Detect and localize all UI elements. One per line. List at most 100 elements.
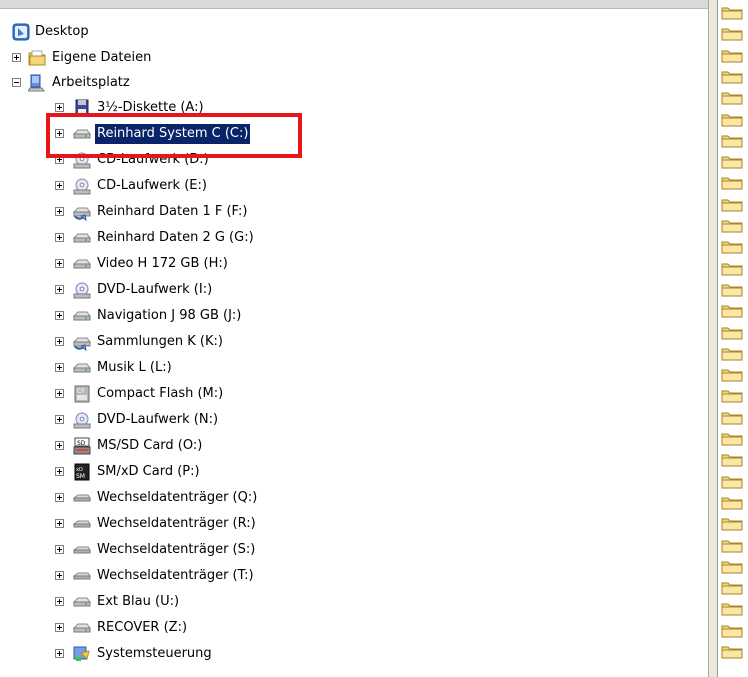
- tree-item-label: Wechseldatenträger (Q:): [97, 490, 258, 505]
- expand-button[interactable]: [55, 363, 64, 372]
- sm-card-icon: xDSM: [74, 463, 90, 481]
- expand-button[interactable]: [55, 207, 64, 216]
- top-border: [0, 0, 710, 9]
- tree-item-label: Eigene Dateien: [52, 50, 152, 65]
- folder-icon[interactable]: [721, 389, 743, 403]
- collapse-button[interactable]: [12, 78, 21, 87]
- folder-icon[interactable]: [721, 240, 743, 254]
- folder-icon[interactable]: [721, 432, 743, 446]
- desktop-icon: [12, 23, 30, 41]
- expand-button[interactable]: [55, 467, 64, 476]
- hard-drive-icon: [73, 363, 91, 373]
- tree-item-label: DVD-Laufwerk (I:): [97, 282, 213, 297]
- shared-drive-icon: [73, 337, 91, 351]
- tree-item-label: CD-Laufwerk (E:): [97, 178, 207, 193]
- expand-button[interactable]: [55, 545, 64, 554]
- expand-button[interactable]: [55, 649, 64, 658]
- folder-icon[interactable]: [721, 70, 743, 84]
- hard-drive-icon: [73, 623, 91, 633]
- folder-icon[interactable]: [721, 326, 743, 340]
- folder-icon[interactable]: [721, 198, 743, 212]
- folder-icon[interactable]: [721, 453, 743, 467]
- folder-icon[interactable]: [721, 602, 743, 616]
- tree-item-label: Compact Flash (M:): [97, 386, 224, 401]
- folder-icon[interactable]: [721, 6, 743, 20]
- my-computer-icon: [28, 74, 45, 92]
- folder-icon[interactable]: [721, 539, 743, 553]
- folder-icon[interactable]: [721, 49, 743, 63]
- folder-icon[interactable]: [721, 176, 743, 190]
- folder-icon[interactable]: [721, 283, 743, 297]
- expand-button[interactable]: [55, 181, 64, 190]
- expand-button[interactable]: [12, 53, 21, 62]
- file-list-pane[interactable]: [718, 0, 748, 677]
- hard-drive-icon: [73, 233, 91, 243]
- svg-text:CF: CF: [77, 388, 85, 395]
- tree-item-label: Navigation J 98 GB (J:): [97, 308, 242, 323]
- tree-item-label: SM/xD Card (P:): [97, 464, 200, 479]
- compact-flash-icon: CF: [74, 385, 90, 403]
- tree-item-label: Wechseldatenträger (S:): [97, 542, 256, 557]
- removable-drive-icon: [73, 494, 91, 502]
- expand-button[interactable]: [55, 285, 64, 294]
- folder-icon[interactable]: [721, 91, 743, 105]
- removable-drive-icon: [73, 520, 91, 528]
- folder-icon[interactable]: [721, 27, 743, 41]
- dvd-drive-icon: [73, 282, 91, 299]
- expand-button[interactable]: [55, 337, 64, 346]
- folder-icon[interactable]: [721, 517, 743, 531]
- folder-icon[interactable]: [721, 411, 743, 425]
- expand-button[interactable]: [55, 389, 64, 398]
- tree-item-label: DVD-Laufwerk (N:): [97, 412, 219, 427]
- expand-button[interactable]: [55, 571, 64, 580]
- folder-icon[interactable]: [721, 581, 743, 595]
- control-panel-icon: [73, 646, 90, 661]
- expand-button[interactable]: [55, 519, 64, 528]
- expand-button[interactable]: [55, 259, 64, 268]
- folder-icon[interactable]: [721, 347, 743, 361]
- expand-button[interactable]: [55, 233, 64, 242]
- folder-icon[interactable]: [721, 155, 743, 169]
- highlight-box: [46, 113, 302, 158]
- cd-drive-icon: [73, 178, 91, 195]
- tree-item-label: Reinhard Daten 2 G (G:): [97, 230, 254, 245]
- tree-item-label: Desktop: [35, 24, 89, 39]
- expand-button[interactable]: [55, 311, 64, 320]
- folder-icon[interactable]: [721, 113, 743, 127]
- hard-drive-icon: [73, 259, 91, 269]
- folder-icon[interactable]: [721, 368, 743, 382]
- expand-button[interactable]: [55, 597, 64, 606]
- removable-drive-icon: [73, 572, 91, 580]
- expand-button[interactable]: [55, 103, 64, 112]
- tree-item-label: Video H 172 GB (H:): [97, 256, 228, 271]
- svg-text:SM: SM: [76, 473, 85, 480]
- pane-splitter[interactable]: [708, 0, 718, 677]
- folder-icon[interactable]: [721, 645, 743, 659]
- folder-tree[interactable]: Desktop Eigene Dateien Arbeitsplatz 3½-D…: [0, 9, 708, 677]
- tree-item-label: Ext Blau (U:): [97, 594, 180, 609]
- folder-icon[interactable]: [721, 304, 743, 318]
- folder-icon[interactable]: [721, 560, 743, 574]
- hard-drive-icon: [73, 311, 91, 321]
- tree-item-label: Sammlungen K (K:): [97, 334, 223, 349]
- my-documents-icon: [28, 50, 46, 66]
- tree-item-label: RECOVER (Z:): [97, 620, 188, 635]
- tree-item-label: Wechseldatenträger (R:): [97, 516, 256, 531]
- tree-item-label: Systemsteuerung: [97, 646, 212, 661]
- removable-drive-icon: [73, 546, 91, 554]
- tree-item-label: Arbeitsplatz: [52, 75, 130, 90]
- tree-item-label: Musik L (L:): [97, 360, 172, 375]
- tree-item-label: MS/SD Card (O:): [97, 438, 203, 453]
- folder-icon[interactable]: [721, 624, 743, 638]
- expand-button[interactable]: [55, 493, 64, 502]
- expand-button[interactable]: [55, 441, 64, 450]
- shared-drive-icon: [73, 207, 91, 221]
- expand-button[interactable]: [55, 623, 64, 632]
- expand-button[interactable]: [55, 415, 64, 424]
- hard-drive-icon: [73, 597, 91, 607]
- folder-icon[interactable]: [721, 134, 743, 148]
- folder-icon[interactable]: [721, 219, 743, 233]
- folder-icon[interactable]: [721, 496, 743, 510]
- folder-icon[interactable]: [721, 475, 743, 489]
- folder-icon[interactable]: [721, 262, 743, 276]
